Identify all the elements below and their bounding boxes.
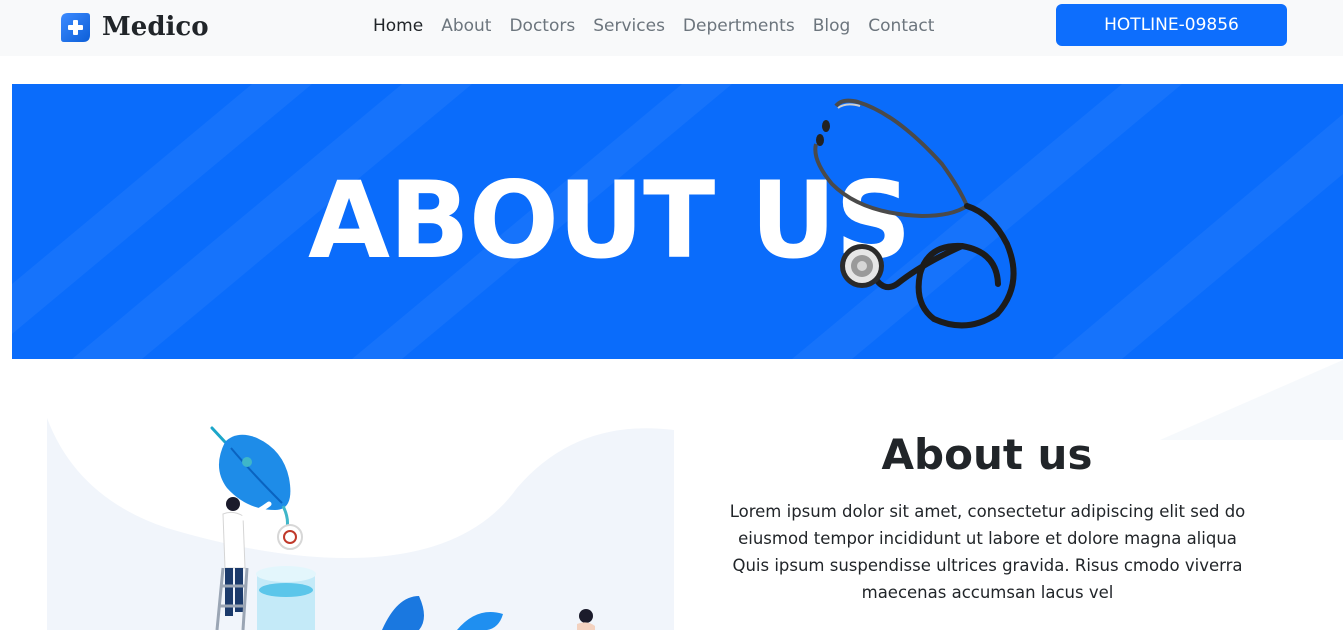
nav-item-doctors[interactable]: Doctors [500,14,584,38]
nav-item-services[interactable]: Services [584,14,674,38]
about-illustration [47,418,674,630]
nav-item-blog[interactable]: Blog [804,14,860,38]
nav-item-depertments[interactable]: Depertments [674,14,804,38]
about-paragraph: Lorem ipsum dolor sit amet, consectetur … [729,502,1246,602]
nav-item-contact[interactable]: Contact [859,14,943,38]
nav-item-home[interactable]: Home [364,14,432,38]
laboratory-illustration [47,418,674,630]
brand-logo-link[interactable]: Medico [60,10,209,44]
hotline-button[interactable]: HOTLINE-09856 [1056,4,1287,46]
background-wash-decoration [1160,360,1343,440]
top-navbar: Medico Home About Doctors Services Depertmen… [0,0,1343,56]
medical-cross-icon [61,12,90,42]
about-heading: About us [881,430,1093,479]
hero-banner: ABOUT US [12,84,1343,359]
stethoscope-icon [813,98,1017,329]
main-nav: Home About Doctors Services Depertments Blog C… [364,14,943,38]
nav-item-about[interactable]: About [432,14,500,38]
brand-name: Medico [102,12,209,42]
